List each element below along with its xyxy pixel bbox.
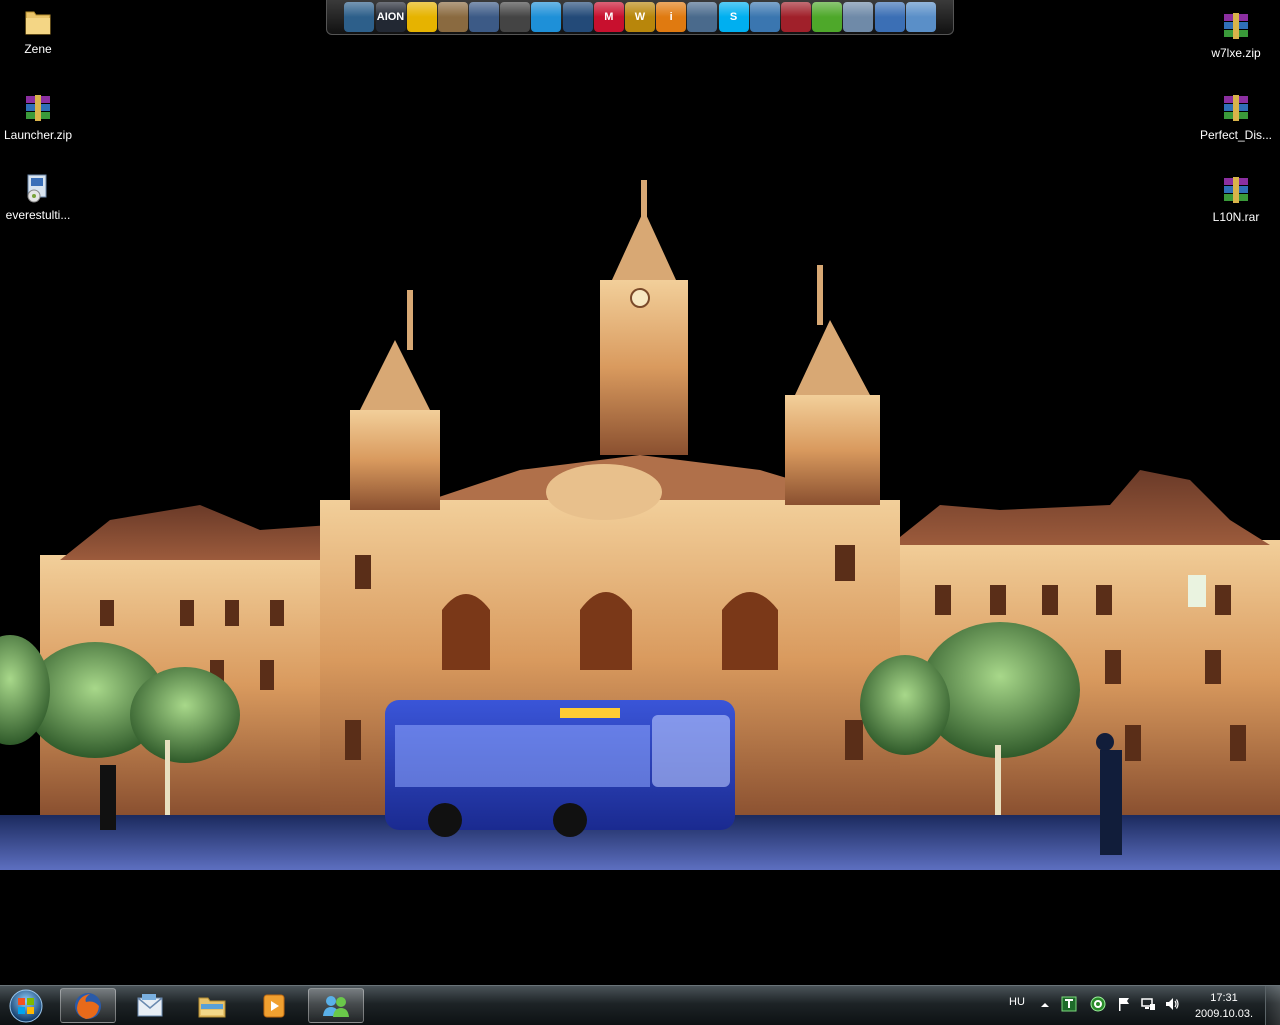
show-hidden-icons-icon[interactable]: [1040, 1000, 1050, 1010]
network-icon[interactable]: [1140, 996, 1156, 1012]
system-clock[interactable]: 17:31 2009.10.03.: [1190, 990, 1258, 1022]
explorer-icon: [198, 997, 226, 1017]
taskbar: HU 17:31 2009.10.03.: [0, 985, 1280, 1025]
settings-icon[interactable]: [843, 2, 874, 32]
desktop-icon-label: everestulti...: [5, 208, 71, 222]
utorrent-icon[interactable]: [812, 2, 843, 32]
taskbar-media-player[interactable]: [246, 988, 302, 1023]
desktop-icon-zene[interactable]: Zene: [0, 6, 76, 56]
winrar-archive-icon: [1224, 177, 1248, 203]
taskbar-explorer[interactable]: [184, 988, 240, 1023]
taskbar-messenger[interactable]: [308, 988, 364, 1023]
desktop-icon-label: Zene: [24, 42, 52, 56]
winrar-archive-icon: [26, 95, 50, 121]
game-icon[interactable]: [469, 2, 500, 32]
volume-icon[interactable]: [1164, 996, 1180, 1012]
malwarebytes-icon[interactable]: M: [593, 2, 624, 32]
firefox-icon: [75, 992, 101, 1019]
tools-icon[interactable]: [874, 2, 905, 32]
desktop-icon-label: w7lxe.zip: [1211, 46, 1261, 60]
info-icon[interactable]: i: [656, 2, 687, 32]
app-dock: AION M Wi S: [326, 0, 954, 35]
messenger-icon[interactable]: [531, 2, 562, 32]
installer-icon: [27, 174, 47, 203]
taskbar-email[interactable]: [122, 988, 178, 1023]
winrar-archive-icon: [1224, 95, 1248, 121]
start-button[interactable]: [6, 988, 46, 1024]
desktop-icon-w7lxe-zip[interactable]: w7lxe.zip: [1198, 10, 1274, 60]
bus-icon[interactable]: [406, 2, 437, 32]
clock-time: 17:31: [1210, 992, 1238, 1004]
car-icon[interactable]: [500, 2, 531, 32]
bluetooth-icon[interactable]: [562, 2, 593, 32]
taskbar-firefox[interactable]: [60, 988, 116, 1023]
language-indicator[interactable]: HU: [1009, 996, 1025, 1008]
desktop-wallpaper: [0, 0, 1280, 985]
control-panel-icon[interactable]: [905, 2, 936, 32]
utorrent-tray-icon[interactable]: [1090, 996, 1106, 1012]
train-icon[interactable]: [437, 2, 468, 32]
aion-game-icon[interactable]: AION: [375, 2, 406, 32]
desktop-icon-l10n-rar[interactable]: L10N.rar: [1198, 174, 1274, 224]
desktop-icon-label: L10N.rar: [1212, 210, 1260, 224]
show-desktop-button[interactable]: [1265, 986, 1280, 1025]
apps-grid-icon[interactable]: [687, 2, 718, 32]
winrar-archive-icon: [1224, 13, 1248, 39]
monitor-icon[interactable]: [344, 2, 375, 32]
warcraft-icon[interactable]: W: [625, 2, 655, 32]
desktop-icon-label: Launcher.zip: [3, 128, 73, 142]
desktop-icon-launcher-zip[interactable]: Launcher.zip: [0, 92, 76, 142]
desktop-icon-label: Perfect_Dis...: [1199, 128, 1273, 142]
action-center-flag-icon[interactable]: [1116, 996, 1132, 1012]
phone-icon[interactable]: [780, 2, 811, 32]
email-icon: [137, 993, 163, 1016]
clock-date: 2009.10.03.: [1194, 1008, 1254, 1020]
media-player-icon: [263, 994, 285, 1017]
skype-icon[interactable]: S: [718, 2, 749, 32]
desktop-icon-perfect-dis[interactable]: Perfect_Dis...: [1198, 92, 1274, 142]
desktop-icon-everest[interactable]: everestulti...: [0, 172, 76, 222]
network-icon[interactable]: [749, 2, 780, 32]
messenger-contacts-icon: [323, 995, 349, 1017]
folder-icon: [25, 11, 51, 35]
tray-app-icon[interactable]: [1061, 996, 1077, 1012]
